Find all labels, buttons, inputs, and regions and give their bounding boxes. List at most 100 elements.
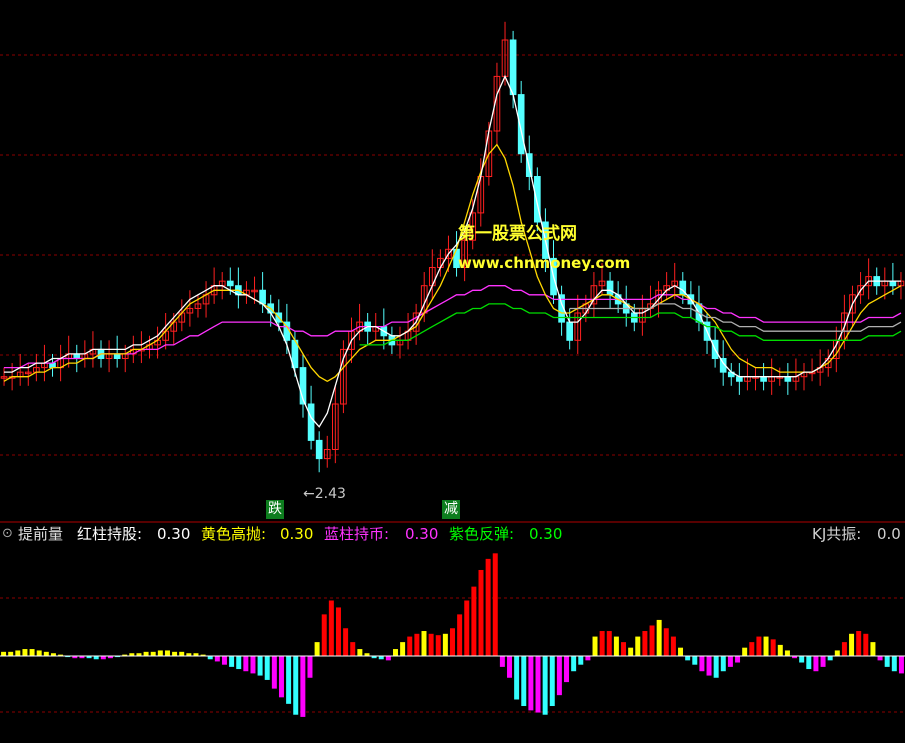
hist-bar-97 [692,656,698,665]
hist-bar-57 [407,636,413,656]
hist-bar-34 [243,656,249,672]
signal-cut-badge: 减 [442,500,460,519]
hist-bar-123 [877,656,883,661]
hist-bar-33 [236,656,242,670]
hist-bar-22 [157,650,163,656]
hist-bar-92 [656,619,662,656]
kj-value: 0.0 [877,525,901,543]
hist-bar-58 [414,633,420,656]
indicator-title[interactable]: 提前量 [18,524,63,544]
kj-label: KJ共振: [812,525,862,543]
hist-bar-105 [749,642,755,656]
hist-bar-66 [471,586,477,656]
hist-bar-47 [335,607,341,656]
hist-bar-6 [43,651,49,656]
hist-bar-77 [549,656,555,707]
hist-bar-100 [713,656,719,678]
candle-body-14 [113,353,121,360]
hist-bar-113 [806,656,812,670]
legend-cash-label: 蓝柱持币: [324,525,390,543]
hist-bar-89 [635,636,641,656]
hist-bar-5 [36,650,42,656]
hist-bar-106 [756,636,762,656]
hist-bar-43 [307,656,313,678]
hist-bar-30 [214,656,220,662]
hist-bar-70 [499,656,505,667]
low-price-label: ←2.43 [303,486,346,502]
hist-bar-84 [599,631,605,656]
hist-bar-121 [863,633,869,656]
hist-bar-85 [606,631,612,656]
hist-bar-67 [478,569,484,656]
hist-bar-55 [392,649,398,656]
hist-bar-36 [257,656,263,676]
hist-bar-38 [271,656,277,689]
hist-bar-90 [642,631,648,656]
legend-rebound-label: 紫色反弹: [449,525,515,543]
hist-bar-124 [884,656,890,667]
hist-bar-54 [385,656,391,661]
stock-chart [0,21,905,717]
candle-body-75 [606,280,614,296]
hist-bar-112 [799,656,805,663]
hist-bar-117 [834,650,840,656]
hist-bar-60 [428,633,434,656]
hist-bar-3 [22,649,28,656]
hist-bar-46 [328,600,334,656]
hist-bar-68 [485,558,491,656]
legend-sell-value: 0.30 [280,525,314,543]
hist-bar-39 [278,656,284,698]
hist-bar-74 [528,656,534,711]
hist-bar-82 [585,656,591,661]
hist-bar-35 [250,656,256,674]
hist-bar-104 [742,647,748,656]
hist-bar-4 [29,649,35,656]
hist-bar-119 [849,633,855,656]
hist-bar-41 [293,656,299,715]
hist-bar-88 [628,647,634,656]
hist-bar-62 [442,633,448,656]
hist-bar-25 [179,651,185,656]
hist-bar-116 [827,656,833,661]
hist-bar-78 [556,656,562,696]
hist-bar-98 [699,656,705,672]
hist-bar-102 [727,656,733,667]
hist-bar-32 [229,656,235,667]
hist-bar-45 [321,614,327,656]
candle-body-39 [315,439,323,460]
candle-body-63 [509,39,517,96]
candle-body-94 [760,376,767,382]
hist-bar-99 [706,656,712,676]
hist-bar-95 [678,647,684,656]
hist-bar-76 [542,656,548,715]
candle-body-9 [73,353,81,360]
ma-yellow-line [3,143,902,383]
hist-bar-93 [663,628,669,656]
hist-bar-115 [820,656,826,667]
hist-bar-91 [649,625,655,656]
hist-bar-42 [300,656,306,717]
hist-bar-63 [450,628,455,656]
hist-bar-96 [685,656,691,661]
watermark-title: 第一股票公式网 [458,224,577,244]
hist-bar-72 [514,656,520,700]
legend-sell-label: 黄色高抛: [201,525,267,543]
hist-bar-44 [314,642,320,656]
hist-bar-23 [164,650,170,656]
hist-bar-21 [150,651,156,656]
hist-bar-49 [350,642,356,656]
candle-body-110 [889,280,897,287]
hist-bar-118 [841,642,847,656]
hist-bar-48 [343,628,349,656]
hist-bar-64 [457,614,463,656]
hist-bar-59 [421,631,427,656]
candle-body-91 [736,376,743,382]
hist-bar-79 [564,656,570,683]
hist-bar-71 [507,656,513,678]
hist-bar-80 [571,656,577,672]
hist-bar-61 [435,635,441,656]
hist-bar-103 [735,656,741,663]
settings-icon[interactable]: ⊙ [2,524,13,544]
candle-body-97 [784,376,792,382]
hist-bar-73 [521,656,527,707]
